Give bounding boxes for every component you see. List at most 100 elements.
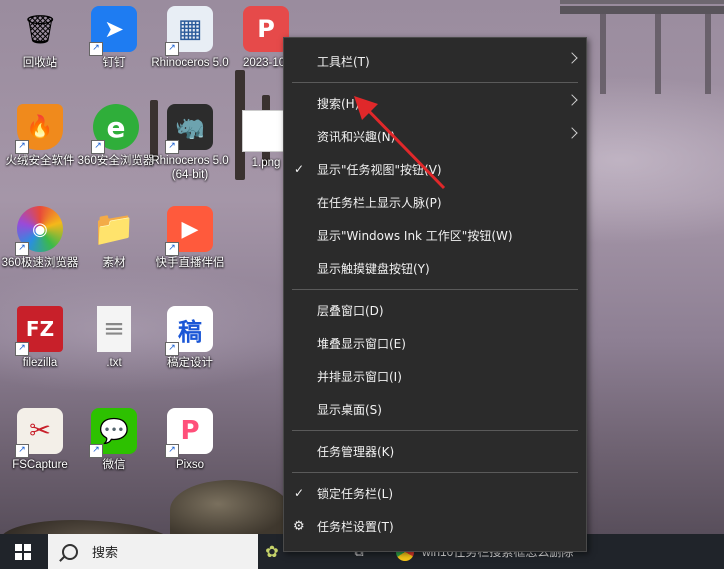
desktop-icon-txt[interactable]: ≡ .txt	[74, 306, 154, 370]
menu-item-label: 堆叠显示窗口(E)	[317, 336, 406, 351]
menu-item-toolbar[interactable]: 工具栏(T)	[284, 45, 586, 77]
icon-label: 360安全浏览器	[77, 155, 155, 167]
search-icon	[62, 543, 78, 560]
icon-label: 素材	[102, 257, 126, 269]
menu-separator	[292, 472, 578, 473]
annotation-arrow	[354, 96, 446, 190]
icon-label: Rhinoceros 5.0	[151, 57, 229, 69]
taskbar-search-box[interactable]: 搜索	[48, 534, 258, 569]
filezilla-icon: FZ ↗	[15, 306, 63, 356]
icon-label: FSCapture	[12, 459, 68, 471]
desktop-icon-dingtalk[interactable]: ➤ ↗ 钉钉	[74, 6, 154, 70]
icon-label: filezilla	[22, 357, 58, 369]
desktop-icon-recycle-bin[interactable]: 🗑 回收站	[0, 6, 80, 70]
bridge-pier	[705, 14, 711, 94]
360-speed-browser-icon: ◉ ↗	[15, 206, 63, 256]
text-file-icon: ≡	[97, 306, 131, 352]
rhinoceros-icon: ▦ ↗	[165, 6, 213, 56]
desktop-icon-fscapture[interactable]: ✂ ↗ FSCapture	[0, 408, 80, 472]
desktop-icon-sucai-folder[interactable]: 📁 素材	[74, 206, 154, 270]
menu-item-show-ink[interactable]: 显示"Windows Ink 工作区"按钮(W)	[284, 219, 586, 251]
icon-label: 微信	[102, 459, 126, 471]
desktop-icon-pixso[interactable]: P ↗ Pixso	[150, 408, 230, 472]
shortcut-arrow-icon: ↗	[165, 42, 179, 56]
shortcut-arrow-icon: ↗	[89, 444, 103, 458]
cortana-icon[interactable]: ✿	[262, 534, 282, 569]
rhinoceros-64-icon: 🦏 ↗	[165, 104, 213, 154]
shortcut-arrow-icon: ↗	[89, 42, 103, 56]
menu-item-label: 工具栏(T)	[317, 54, 370, 69]
icon-label: .txt	[106, 357, 122, 369]
bridge-deck	[560, 6, 724, 14]
rocks	[170, 480, 290, 540]
annotation-arrow-line	[360, 102, 446, 190]
icon-label: 360极速浏览器	[1, 257, 79, 269]
icon-label: Pixso	[175, 459, 205, 471]
search-box-text: 搜索	[92, 545, 119, 560]
chevron-right-icon	[566, 52, 578, 64]
icon-label: 稿定设计	[167, 357, 213, 369]
desktop-icon-360-speed[interactable]: ◉ ↗ 360极速浏览器	[0, 206, 80, 270]
menu-item-task-manager[interactable]: 任务管理器(K)	[284, 435, 586, 467]
menu-item-show-touch-keyboard[interactable]: 显示触摸键盘按钮(Y)	[284, 252, 586, 284]
checkmark-icon: ✓	[294, 162, 305, 176]
recycle-bin-icon: 🗑	[22, 12, 58, 46]
wechat-icon: 💬 ↗	[89, 408, 137, 458]
desktop-icon-gaoding[interactable]: 稿 ↗ 稿定设计	[150, 306, 230, 370]
menu-item-label: 并排显示窗口(I)	[317, 369, 402, 384]
menu-item-label: 层叠窗口(D)	[317, 303, 384, 318]
icon-label: Rhinoceros 5.0 (64-bit)	[151, 155, 229, 181]
menu-item-label: 显示桌面(S)	[317, 402, 382, 417]
menu-item-label: 显示触摸键盘按钮(Y)	[317, 261, 430, 276]
menu-item-side-by-side[interactable]: 并排显示窗口(I)	[284, 360, 586, 392]
desktop-icon-360-browser[interactable]: e ↗ 360安全浏览器	[76, 104, 156, 168]
huorong-icon: 🔥 ↗	[15, 104, 63, 154]
fscapture-icon: ✂ ↗	[15, 408, 63, 458]
shortcut-arrow-icon: ↗	[91, 140, 105, 154]
shortcut-arrow-icon: ↗	[15, 444, 29, 458]
pixso-icon: P ↗	[165, 408, 213, 458]
desktop-icon-wechat[interactable]: 💬 ↗ 微信	[74, 408, 154, 472]
shortcut-arrow-icon: ↗	[165, 140, 179, 154]
icon-label: 快手直播伴侣	[155, 257, 225, 269]
menu-item-label: 锁定任务栏(L)	[317, 486, 394, 501]
windows-logo-icon	[15, 543, 31, 560]
icon-label: 回收站	[22, 57, 58, 69]
shortcut-arrow-icon: ↗	[15, 342, 29, 356]
desktop-icon-kuaishou[interactable]: ▶ ↗ 快手直播伴侣	[150, 206, 230, 270]
menu-item-lock-taskbar[interactable]: ✓ 锁定任务栏(L)	[284, 477, 586, 509]
bridge-pier	[600, 14, 606, 94]
shortcut-arrow-icon: ↗	[165, 342, 179, 356]
menu-item-cascade[interactable]: 层叠窗口(D)	[284, 294, 586, 326]
desktop-icon-rhinoceros64[interactable]: 🦏 ↗ Rhinoceros 5.0 (64-bit)	[150, 104, 230, 182]
desktop-icon-filezilla[interactable]: FZ ↗ filezilla	[0, 306, 80, 370]
shortcut-arrow-icon: ↗	[15, 242, 29, 256]
desktop-icon-huorong[interactable]: 🔥 ↗ 火绒安全软件	[0, 104, 80, 168]
menu-item-show-desktop[interactable]: 显示桌面(S)	[284, 393, 586, 425]
chevron-right-icon	[566, 127, 578, 139]
gaoding-design-icon: 稿 ↗	[165, 306, 213, 356]
menu-item-label: 任务栏设置(T)	[317, 519, 394, 534]
gear-icon: ⚙	[293, 518, 305, 534]
menu-item-taskbar-settings[interactable]: ⚙ 任务栏设置(T)	[284, 510, 586, 542]
dingtalk-icon: ➤ ↗	[89, 6, 137, 56]
menu-separator	[292, 430, 578, 431]
kuaishou-live-icon: ▶ ↗	[165, 206, 213, 256]
menu-item-stacked[interactable]: 堆叠显示窗口(E)	[284, 327, 586, 359]
bridge-rail	[560, 0, 724, 4]
icon-label: 火绒安全软件	[5, 155, 75, 167]
360-browser-icon: e ↗	[91, 104, 139, 154]
menu-item-label: 显示"Windows Ink 工作区"按钮(W)	[317, 228, 513, 243]
shortcut-arrow-icon: ↗	[165, 242, 179, 256]
menu-separator	[292, 82, 578, 83]
folder-icon: 📁	[92, 209, 136, 249]
shortcut-arrow-icon: ↗	[15, 140, 29, 154]
start-button[interactable]	[0, 534, 46, 569]
shortcut-arrow-icon: ↗	[165, 444, 179, 458]
menu-separator	[292, 289, 578, 290]
menu-item-label: 任务管理器(K)	[317, 444, 395, 459]
bridge-pier	[655, 14, 661, 94]
chevron-right-icon	[566, 94, 578, 106]
checkmark-icon: ✓	[294, 486, 305, 500]
desktop-icon-rhinoceros5[interactable]: ▦ ↗ Rhinoceros 5.0	[150, 6, 230, 70]
